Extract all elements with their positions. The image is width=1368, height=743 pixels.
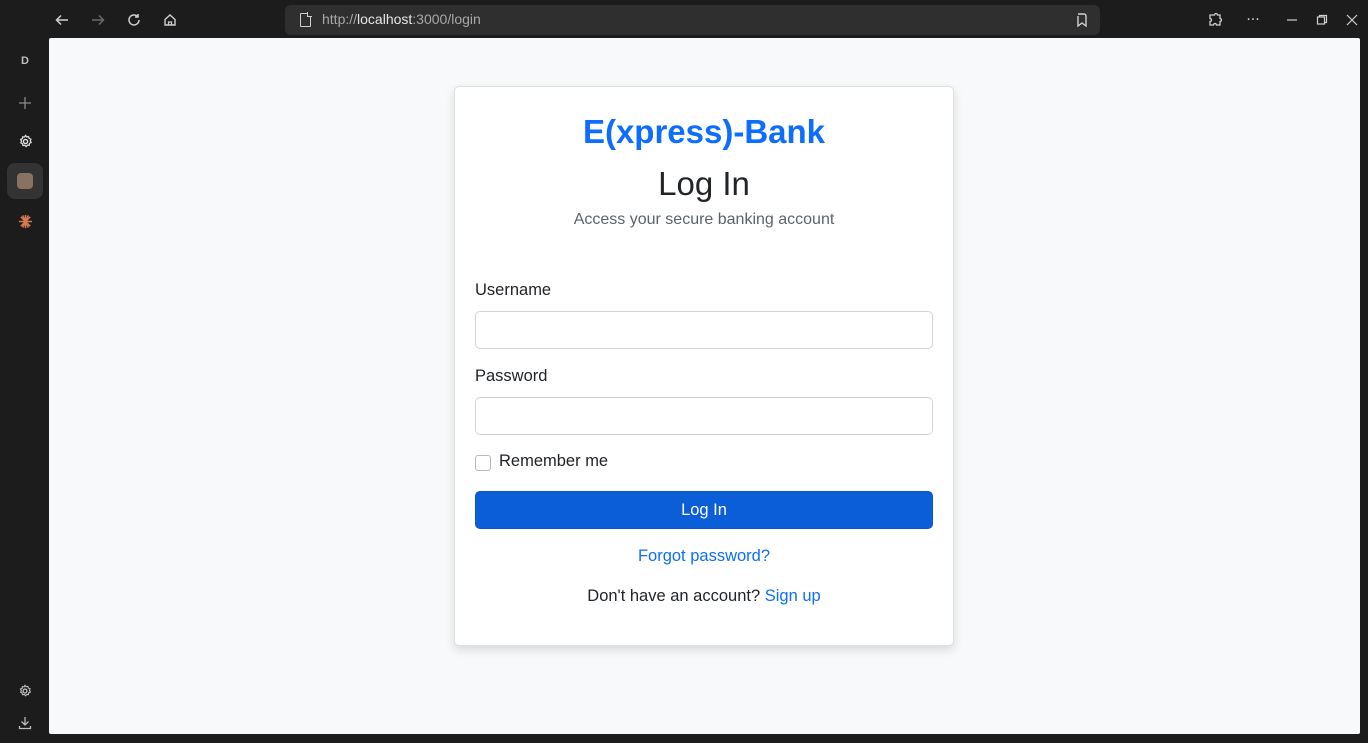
home-icon <box>164 14 176 26</box>
restore-button[interactable] <box>1310 8 1334 32</box>
page-subtitle: Access your secure banking account <box>573 211 835 228</box>
remember-me-checkbox[interactable] <box>475 455 491 471</box>
page-title: Log In <box>658 165 750 202</box>
login-card: E(xpress)-Bank Log In Access your secure… <box>454 86 954 646</box>
reload-button[interactable] <box>122 8 146 32</box>
puzzle-icon <box>1209 12 1223 26</box>
new-tab-button[interactable] <box>7 85 43 121</box>
sidebar-app-active-tab[interactable] <box>7 163 43 199</box>
arrow-left-icon <box>55 14 68 26</box>
close-window-button[interactable] <box>1340 8 1364 32</box>
sidebar-app-settings[interactable] <box>7 123 43 159</box>
url-text[interactable]: http://localhost:3000/login <box>322 11 481 27</box>
brand-title: E(xpress)-Bank <box>582 113 826 150</box>
sunburst-icon <box>18 214 32 228</box>
minimize-button[interactable] <box>1280 8 1304 32</box>
reload-icon <box>128 14 140 26</box>
address-bar[interactable]: http://localhost:3000/login <box>285 5 1100 35</box>
remember-me-label[interactable]: Remember me <box>499 452 608 471</box>
arrow-right-icon <box>92 14 105 26</box>
password-label: Password <box>475 367 548 385</box>
login-button[interactable]: Log In <box>475 491 933 529</box>
sidebar-app-claude[interactable] <box>7 203 43 239</box>
sidebar-settings-button[interactable] <box>7 673 43 709</box>
url-path: :3000/login <box>412 11 481 27</box>
signup-line: Don't have an account? Sign up <box>455 587 953 606</box>
signup-prompt: Don't have an account? <box>587 587 761 605</box>
back-button[interactable] <box>50 8 74 32</box>
downloads-button[interactable] <box>7 705 43 741</box>
home-button[interactable] <box>158 8 182 32</box>
forward-button[interactable] <box>86 8 110 32</box>
browser-sidebar: D <box>0 40 49 743</box>
restore-icon <box>1316 14 1328 25</box>
extensions-button[interactable] <box>1203 8 1227 32</box>
username-label: Username <box>475 281 552 299</box>
reading-view-icon[interactable] <box>1074 12 1090 28</box>
page-viewport: E(xpress)-Bank Log In Access your secure… <box>49 38 1360 734</box>
plus-icon <box>19 97 31 109</box>
download-icon <box>18 717 32 730</box>
tab-favicon-icon <box>17 173 33 189</box>
more-menu-button[interactable]: ··· <box>1241 8 1265 32</box>
signup-link[interactable]: Sign up <box>765 587 821 605</box>
profile-button[interactable]: D <box>7 43 43 79</box>
minimize-icon <box>1287 19 1297 21</box>
close-icon <box>1346 14 1358 26</box>
url-host: localhost <box>357 11 413 27</box>
forgot-password-link[interactable]: Forgot password? <box>455 547 953 566</box>
gear-icon <box>19 133 32 148</box>
profile-letter: D <box>21 55 29 67</box>
page-info-icon[interactable] <box>300 12 312 27</box>
password-input[interactable] <box>475 397 933 435</box>
browser-toolbar: http://localhost:3000/login ··· <box>0 0 1368 40</box>
url-scheme: http:// <box>322 11 358 27</box>
username-input[interactable] <box>475 311 933 349</box>
gear-icon <box>19 684 32 697</box>
ellipsis-icon: ··· <box>1246 12 1260 28</box>
